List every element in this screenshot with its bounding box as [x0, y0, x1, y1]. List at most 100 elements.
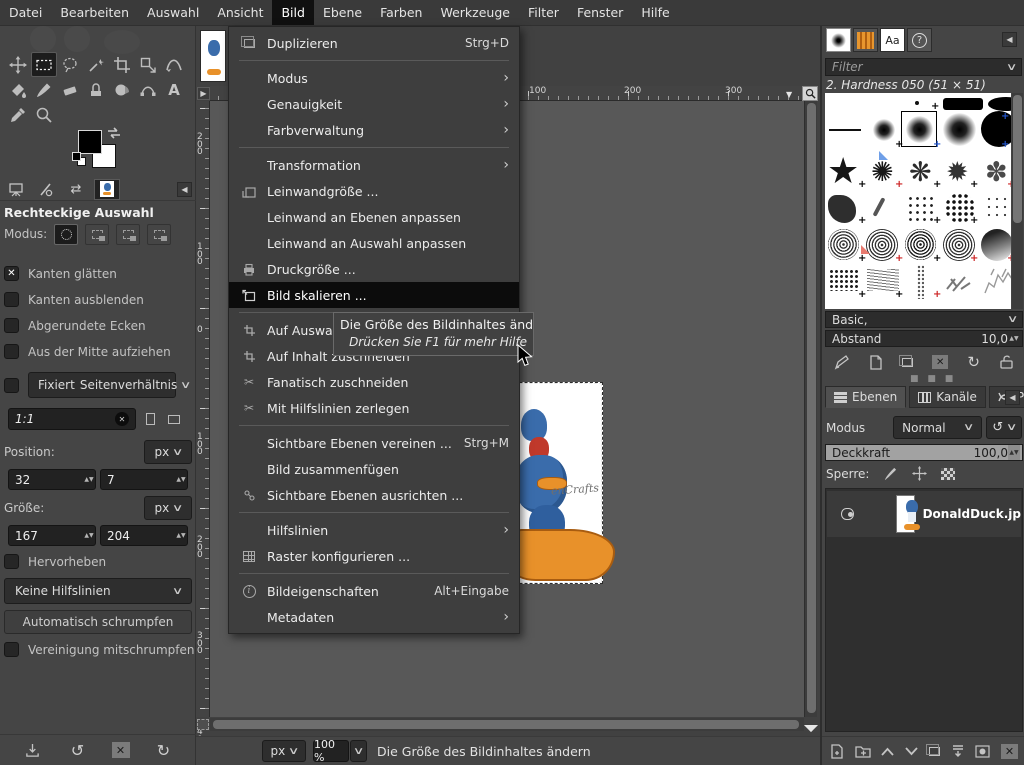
tab-undo-history[interactable]: ⇄	[64, 179, 88, 199]
eraser-tool[interactable]	[57, 77, 83, 102]
menu-item-hilfslinien[interactable]: Hilfslinien›	[229, 517, 519, 543]
spinner-arrows[interactable]: ▲▼	[83, 533, 95, 538]
fuzzy-select-tool[interactable]	[83, 52, 109, 77]
delete-layer-button[interactable]: ✕	[1001, 744, 1018, 759]
brush-thumbnail[interactable]	[981, 265, 1011, 297]
delete-options-button[interactable]: ✕	[112, 742, 130, 758]
paintbrush-tool[interactable]	[31, 77, 57, 102]
brush-thumbnail[interactable]	[988, 97, 1011, 111]
image-tab-thumbnail[interactable]	[200, 30, 226, 82]
mode-subtract-button[interactable]	[116, 224, 140, 245]
swap-colors-icon[interactable]	[106, 126, 122, 140]
new-brush-button[interactable]	[869, 355, 883, 370]
brush-grid[interactable]: ★ ✺ ❋ ✹ ✽ + + + + + + + + + + + + + + +	[825, 93, 1011, 309]
brush-thumbnail[interactable]	[943, 98, 983, 110]
tab-device-status[interactable]	[34, 179, 58, 199]
bucket-fill-tool[interactable]	[5, 77, 31, 102]
brush-thumbnail[interactable]: ★	[827, 155, 859, 189]
layer-row[interactable]: DonaldDuck.jp	[827, 491, 1021, 537]
brush-thumbnail[interactable]	[829, 269, 859, 291]
tab-fonts[interactable]: Aa	[880, 28, 905, 52]
lock-alpha-icon[interactable]	[941, 468, 955, 480]
horizontal-scrollbar[interactable]	[210, 718, 804, 731]
menu-bearbeiten[interactable]: Bearbeiten	[51, 0, 138, 25]
menu-item-bild-zusammenfuegen[interactable]: Bild zusammenfügen	[229, 456, 519, 482]
brush-thumbnail[interactable]	[829, 129, 861, 131]
fixed-checkbox[interactable]	[4, 378, 19, 393]
ratio-input[interactable]: 1:1 ✕	[8, 408, 136, 430]
add-mask-button[interactable]	[975, 745, 990, 758]
menu-auswahl[interactable]: Auswahl	[138, 0, 208, 25]
save-options-button[interactable]	[22, 740, 44, 760]
expand-center-checkbox[interactable]	[4, 344, 19, 359]
menu-werkzeuge[interactable]: Werkzeuge	[431, 0, 519, 25]
menu-item-druckgroesse[interactable]: Druckgröße ...	[229, 256, 519, 282]
brush-scrollbar-thumb[interactable]	[1013, 95, 1022, 223]
brush-thumbnail[interactable]: ✽	[985, 159, 1008, 186]
rounded-corners-checkbox[interactable]	[4, 318, 19, 333]
delete-brush-button[interactable]: ✕	[932, 355, 948, 369]
vertical-scrollbar[interactable]	[804, 101, 817, 717]
feather-checkbox[interactable]	[4, 292, 19, 307]
vertical-ruler[interactable]: 200 100 0 100 200 300 400	[196, 101, 210, 717]
guides-dropdown[interactable]: Keine Hilfslinien ∨	[4, 578, 192, 604]
menu-ebene[interactable]: Ebene	[314, 0, 371, 25]
menu-hilfe[interactable]: Hilfe	[632, 0, 678, 25]
spinner-arrows[interactable]: ▲▼	[83, 477, 95, 482]
position-y-field[interactable]: 7 ▲▼	[100, 469, 188, 490]
menu-item-modus[interactable]: Modus›	[229, 65, 519, 91]
position-x-field[interactable]: 32 ▲▼	[8, 469, 96, 490]
menu-item-duplizieren[interactable]: Duplizieren Strg+D	[229, 30, 519, 56]
menu-item-leinwand-auswahl[interactable]: Leinwand an Auswahl anpassen	[229, 230, 519, 256]
brushes-menu-button[interactable]: ◀	[1002, 32, 1017, 47]
vertical-scrollbar-thumb[interactable]	[807, 103, 816, 713]
brush-thumbnail[interactable]	[907, 195, 935, 221]
antialias-checkbox[interactable]: ✕	[4, 266, 19, 281]
menu-item-leinwandgroesse[interactable]: Leinwandgröße ...	[229, 178, 519, 204]
default-colors-icon[interactable]	[72, 152, 81, 161]
brush-filter-input[interactable]: Filter ∨	[825, 58, 1022, 76]
duplicate-brush-button[interactable]	[902, 358, 913, 367]
menu-ansicht[interactable]: Ansicht	[208, 0, 272, 25]
brush-scrollbar[interactable]	[1012, 93, 1023, 309]
tab-help[interactable]: ?	[907, 28, 932, 52]
brush-thumbnail[interactable]: ❋	[909, 159, 932, 186]
brush-thumbnail[interactable]	[867, 269, 899, 291]
menu-fenster[interactable]: Fenster	[568, 0, 632, 25]
tab-channels[interactable]: Kanäle	[909, 386, 986, 408]
navigation-preview-button[interactable]	[804, 718, 818, 732]
zoom-level-field[interactable]: 100 %	[313, 740, 349, 762]
shrink-merged-checkbox[interactable]	[4, 642, 19, 657]
highlight-checkbox[interactable]	[4, 554, 19, 569]
spinner-arrows[interactable]: ▲▼	[1008, 445, 1020, 460]
menu-datei[interactable]: Datei	[0, 0, 51, 25]
menu-item-bildeigenschaften[interactable]: i Bildeigenschaften Alt+Eingabe	[229, 578, 519, 604]
brush-thumbnail[interactable]	[915, 101, 919, 105]
restore-options-button[interactable]: ↺	[67, 740, 89, 760]
dock-menu-button[interactable]: ◀	[177, 182, 192, 197]
brush-thumbnail-selected[interactable]	[901, 111, 937, 147]
brush-thumbnail[interactable]	[873, 197, 886, 217]
layer-thumbnail[interactable]	[896, 495, 915, 533]
menu-item-fanatisch-zuschneiden[interactable]: ✂ Fanatisch zuschneiden	[229, 369, 519, 395]
brush-group-dropdown[interactable]: Basic, ∨	[825, 311, 1023, 328]
fixed-dropdown[interactable]: Fixiert Seitenverhältnis ∨	[28, 372, 176, 398]
menu-item-genauigkeit[interactable]: Genauigkeit›	[229, 91, 519, 117]
zoom-tool[interactable]	[31, 102, 57, 127]
reset-options-button[interactable]: ↻	[153, 740, 175, 760]
menu-item-metadaten[interactable]: Metadaten›	[229, 604, 519, 630]
layers-menu-button[interactable]: ◀	[1005, 390, 1020, 405]
brush-thumbnail[interactable]: ✺	[871, 159, 894, 186]
brush-thumbnail[interactable]: ✹	[946, 159, 969, 186]
size-unit-dropdown[interactable]: px∨	[144, 496, 192, 520]
menu-item-mit-hilfslinien-zerlegen[interactable]: ✂ Mit Hilfslinien zerlegen	[229, 395, 519, 421]
brush-thumbnail[interactable]	[873, 119, 895, 141]
crop-tool[interactable]	[109, 52, 135, 77]
mode-add-button[interactable]	[85, 224, 109, 245]
lower-layer-button[interactable]	[905, 747, 918, 756]
paths-tool[interactable]	[135, 77, 161, 102]
new-layer-group-button[interactable]	[855, 744, 871, 758]
size-width-field[interactable]: 167 ▲▼	[8, 525, 96, 546]
smudge-tool[interactable]	[109, 77, 135, 102]
layer-visibility-eye-icon[interactable]	[841, 508, 854, 520]
